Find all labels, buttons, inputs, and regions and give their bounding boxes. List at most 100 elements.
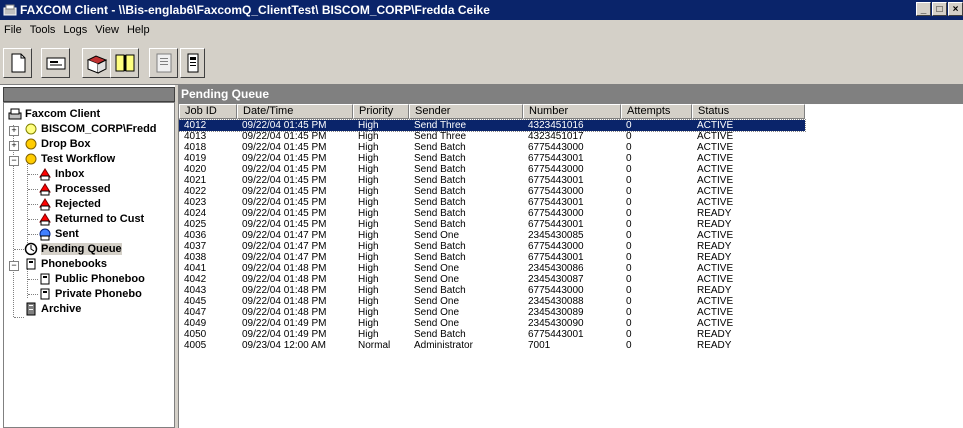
cell-sender: Send Batch <box>414 164 466 175</box>
menu-help[interactable]: Help <box>127 24 150 36</box>
tree-item-faxcom-client[interactable]: Faxcom Client <box>8 107 100 122</box>
table-row[interactable]: 4041 09/22/04 01:48 PM High Send One 2345430… <box>179 263 805 274</box>
tree-item-processed[interactable]: Processed <box>38 182 111 197</box>
cell-status: ACTIVE <box>697 274 734 285</box>
close-button[interactable]: × <box>948 2 963 16</box>
minimize-button[interactable]: _ <box>916 2 931 16</box>
collapse-toggle[interactable]: − <box>9 156 19 166</box>
tree-item-rejected[interactable]: Rejected <box>38 197 101 212</box>
cell-number: 6775443000 <box>528 208 584 219</box>
column-header-priority[interactable]: Priority <box>353 104 409 119</box>
cell-number: 2345430089 <box>528 307 584 318</box>
fax-preview-button[interactable] <box>149 48 178 78</box>
table-row[interactable]: 4023 09/22/04 01:45 PM High Send Batch 67754… <box>179 197 805 208</box>
tree-item-test-workflow[interactable]: Test Workflow <box>24 152 115 167</box>
table-row[interactable]: 4013 09/22/04 01:45 PM High Send Three 43234… <box>179 131 805 142</box>
tree-item-inbox[interactable]: Inbox <box>38 167 84 182</box>
cell-job-id: 4049 <box>184 318 207 329</box>
table-row[interactable]: 4037 09/22/04 01:47 PM High Send Batch 67754… <box>179 241 805 252</box>
cell-attempts: 0 <box>626 285 632 296</box>
cell-attempts: 0 <box>626 230 632 241</box>
cell-status: READY <box>697 208 732 219</box>
cell-attempts: 0 <box>626 329 632 340</box>
cell-sender: Send Batch <box>414 219 466 230</box>
column-header-job-id[interactable]: Job ID <box>179 104 237 119</box>
table-row[interactable]: 4036 09/22/04 01:47 PM High Send One 2345430… <box>179 230 805 241</box>
maximize-button[interactable]: □ <box>932 2 947 16</box>
table-row[interactable]: 4049 09/22/04 01:49 PM High Send One 2345430… <box>179 318 805 329</box>
faxcom-app-icon <box>3 4 17 16</box>
column-header-status[interactable]: Status <box>692 104 805 119</box>
tree-item-sent[interactable]: Sent <box>38 227 79 242</box>
tree-item-drop-box[interactable]: Drop Box <box>24 137 91 152</box>
logs-button[interactable] <box>110 48 139 78</box>
table-row[interactable]: 4047 09/22/04 01:48 PM High Send One 2345430… <box>179 307 805 318</box>
cell-number: 6775443000 <box>528 186 584 197</box>
globe-folder-icon <box>25 138 37 150</box>
table-row[interactable]: 4019 09/22/04 01:45 PM High Send Batch 67754… <box>179 153 805 164</box>
menu-logs[interactable]: Logs <box>63 24 87 36</box>
cell-sender: Send Batch <box>414 208 466 219</box>
expand-toggle[interactable]: + <box>9 141 19 151</box>
table-row[interactable]: 4042 09/22/04 01:48 PM High Send One 2345430… <box>179 274 805 285</box>
cell-job-id: 4023 <box>184 197 207 208</box>
tree-item-archive[interactable]: Archive <box>24 302 81 317</box>
table-row[interactable]: 4050 09/22/04 01:49 PM High Send Batch 67754… <box>179 329 805 340</box>
cover-page-button[interactable] <box>41 48 70 78</box>
menu-view[interactable]: View <box>95 24 119 36</box>
tree-item-phonebooks[interactable]: Phonebooks <box>24 257 107 272</box>
table-row[interactable]: 4024 09/22/04 01:45 PM High Send Batch 67754… <box>179 208 805 219</box>
table-row[interactable]: 4038 09/22/04 01:47 PM High Send Batch 67754… <box>179 252 805 263</box>
menu-tools[interactable]: Tools <box>30 24 56 36</box>
cell-status: ACTIVE <box>697 230 734 241</box>
table-row[interactable]: 4045 09/22/04 01:48 PM High Send One 2345430… <box>179 296 805 307</box>
cell-date-time: 09/22/04 01:45 PM <box>242 164 327 175</box>
cell-job-id: 4043 <box>184 285 207 296</box>
table-row[interactable]: 4020 09/22/04 01:45 PM High Send Batch 67754… <box>179 164 805 175</box>
table-row[interactable]: 4012 09/22/04 01:45 PM High Send Three 43234… <box>179 119 806 132</box>
tree-item-public-phonebook[interactable]: Public Phoneboo <box>38 272 145 287</box>
column-header-attempts[interactable]: Attempts <box>621 104 692 119</box>
new-fax-button[interactable] <box>3 48 32 78</box>
column-header-number[interactable]: Number <box>523 104 621 119</box>
column-header-sender[interactable]: Sender <box>409 104 523 119</box>
window-title: FAXCOM Client - \\Bis-englab6\FaxcomQ_Cl… <box>20 3 490 17</box>
table-row[interactable]: 4022 09/22/04 01:45 PM High Send Batch 67754… <box>179 186 805 197</box>
table-row[interactable]: 4025 09/22/04 01:45 PM High Send Batch 67754… <box>179 219 805 230</box>
address-book-button[interactable] <box>82 48 111 78</box>
tree-connector <box>28 279 38 280</box>
tree-item-pending-queue[interactable]: Pending Queue <box>24 242 122 257</box>
cell-priority: High <box>358 274 379 285</box>
tree-item-private-phonebook[interactable]: Private Phonebo <box>38 287 142 302</box>
cell-status: ACTIVE <box>697 142 734 153</box>
pending-queue-table[interactable]: Job ID Date/Time Priority Sender Number … <box>178 104 963 428</box>
cell-sender: Send One <box>414 296 460 307</box>
cell-status: ACTIVE <box>697 307 734 318</box>
cell-sender: Send One <box>414 307 460 318</box>
tree-item-biscom-corp[interactable]: BISCOM_CORP\Fredd <box>24 122 157 137</box>
tree-item-returned-to-customer[interactable]: Returned to Cust <box>38 212 144 227</box>
cell-sender: Send Batch <box>414 197 466 208</box>
column-header-date-time[interactable]: Date/Time <box>237 104 353 119</box>
table-row[interactable]: 4005 09/23/04 12:00 AM Normal Administrator… <box>179 340 805 351</box>
expand-toggle[interactable]: + <box>9 126 19 136</box>
phonebook-button[interactable] <box>180 48 205 78</box>
cell-attempts: 0 <box>626 175 632 186</box>
cell-attempts: 0 <box>626 296 632 307</box>
cell-priority: High <box>358 296 379 307</box>
collapse-toggle[interactable]: − <box>9 261 19 271</box>
cell-date-time: 09/22/04 01:48 PM <box>242 274 327 285</box>
cell-attempts: 0 <box>626 340 632 351</box>
table-row[interactable]: 4021 09/22/04 01:45 PM High Send Batch 67754… <box>179 175 805 186</box>
cell-attempts: 0 <box>626 142 632 153</box>
tree-item-label: Public Phoneboo <box>55 273 145 285</box>
fax-preview-icon <box>156 53 172 73</box>
phonebook-icon <box>40 273 50 285</box>
title-bar[interactable]: FAXCOM Client - \\Bis-englab6\FaxcomQ_Cl… <box>0 0 963 20</box>
folder-tree[interactable]: Faxcom Client + BISCOM_CORP\Fredd + Drop… <box>3 102 175 428</box>
table-row[interactable]: 4018 09/22/04 01:45 PM High Send Batch 67754… <box>179 142 805 153</box>
tree-connector <box>28 234 38 235</box>
menu-file[interactable]: File <box>4 24 22 36</box>
table-row[interactable]: 4043 09/22/04 01:48 PM High Send Batch 67754… <box>179 285 805 296</box>
cell-number: 2345430086 <box>528 263 584 274</box>
